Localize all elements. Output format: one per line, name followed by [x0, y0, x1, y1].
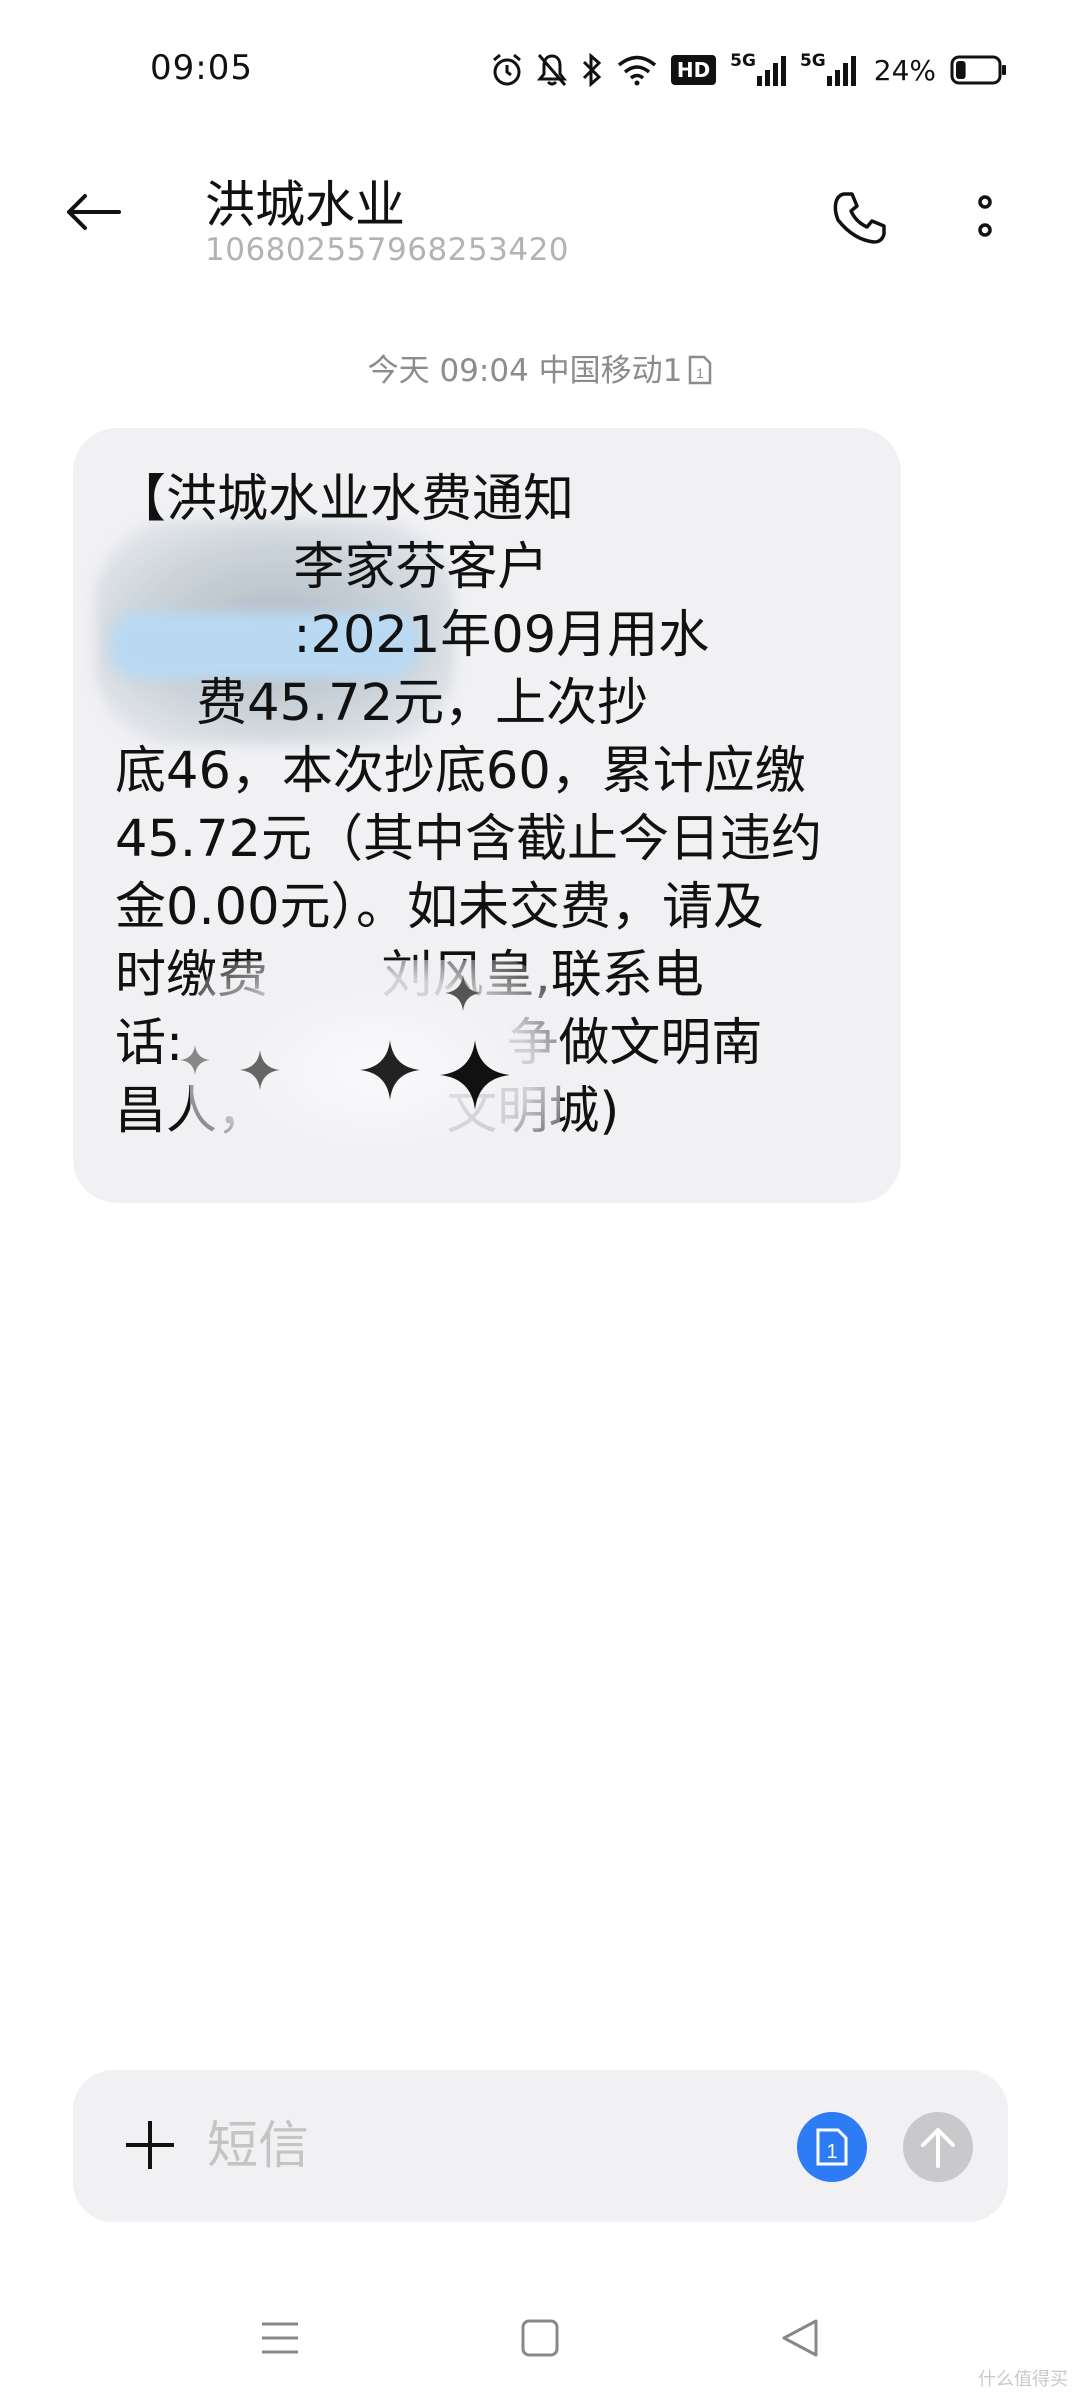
- message-input[interactable]: [205, 2110, 769, 2182]
- hd-icon: HD: [670, 50, 717, 90]
- sparkle-redaction-icon: [440, 1040, 510, 1110]
- sparkle-redaction-icon: [360, 1040, 420, 1100]
- battery-percent: 24%: [873, 53, 936, 87]
- more-vertical-icon: [978, 195, 992, 237]
- conversation-header: 洪城水业 106802557968253420: [0, 150, 1080, 280]
- watermark: 什么值得买: [978, 2369, 1068, 2390]
- arrow-left-icon: [67, 194, 121, 230]
- navigation-bar: [0, 2290, 1080, 2380]
- call-button[interactable]: [825, 183, 895, 253]
- contact-name: 洪城水业: [205, 176, 405, 234]
- sparkle-redaction-icon: [445, 975, 481, 1011]
- arrow-up-icon: [921, 2128, 955, 2168]
- mute-icon: [536, 50, 567, 90]
- bluetooth-icon: [581, 50, 603, 90]
- recent-apps-button[interactable]: [250, 2310, 310, 2366]
- home-button[interactable]: [510, 2310, 570, 2366]
- svg-text:1: 1: [826, 2141, 837, 2163]
- sim-select-button[interactable]: 1: [797, 2112, 867, 2182]
- more-options-button[interactable]: [955, 183, 1015, 253]
- message-meta-text: 今天 09:04 中国移动1: [367, 353, 683, 389]
- contact-number: 106802557968253420: [205, 232, 570, 268]
- sim-card-icon: 1: [688, 355, 712, 393]
- status-icons: HD 5G 5G 24%: [491, 50, 1008, 90]
- sparkle-redaction-icon: [240, 1050, 280, 1090]
- sparkle-redaction-icon: [180, 1045, 210, 1075]
- wifi-icon: [617, 50, 657, 90]
- signal-5g-icon: 5G: [730, 50, 786, 90]
- sim-card-icon: 1: [816, 2128, 848, 2166]
- status-bar: 09:05 HD 5G 5G 24%: [0, 0, 1080, 140]
- signal-5g-icon: 5G: [800, 50, 856, 90]
- square-icon: [521, 2319, 559, 2357]
- triangle-back-icon: [782, 2319, 818, 2357]
- plus-icon: [126, 2121, 174, 2169]
- status-time: 09:05: [150, 48, 253, 88]
- svg-text:1: 1: [696, 365, 704, 381]
- sms-conversation-screen: 09:05 HD 5G 5G 24% 洪城水业 1068025579682534…: [0, 0, 1080, 2400]
- alarm-icon: [491, 50, 523, 90]
- back-nav-button[interactable]: [770, 2310, 830, 2366]
- battery-icon: [950, 50, 1008, 90]
- message-timestamp: 今天 09:04 中国移动1 1: [0, 345, 1080, 393]
- phone-icon: [833, 192, 886, 244]
- attach-button[interactable]: [120, 2115, 180, 2175]
- back-button[interactable]: [58, 182, 128, 242]
- menu-icon: [262, 2322, 298, 2354]
- send-button[interactable]: [903, 2112, 973, 2182]
